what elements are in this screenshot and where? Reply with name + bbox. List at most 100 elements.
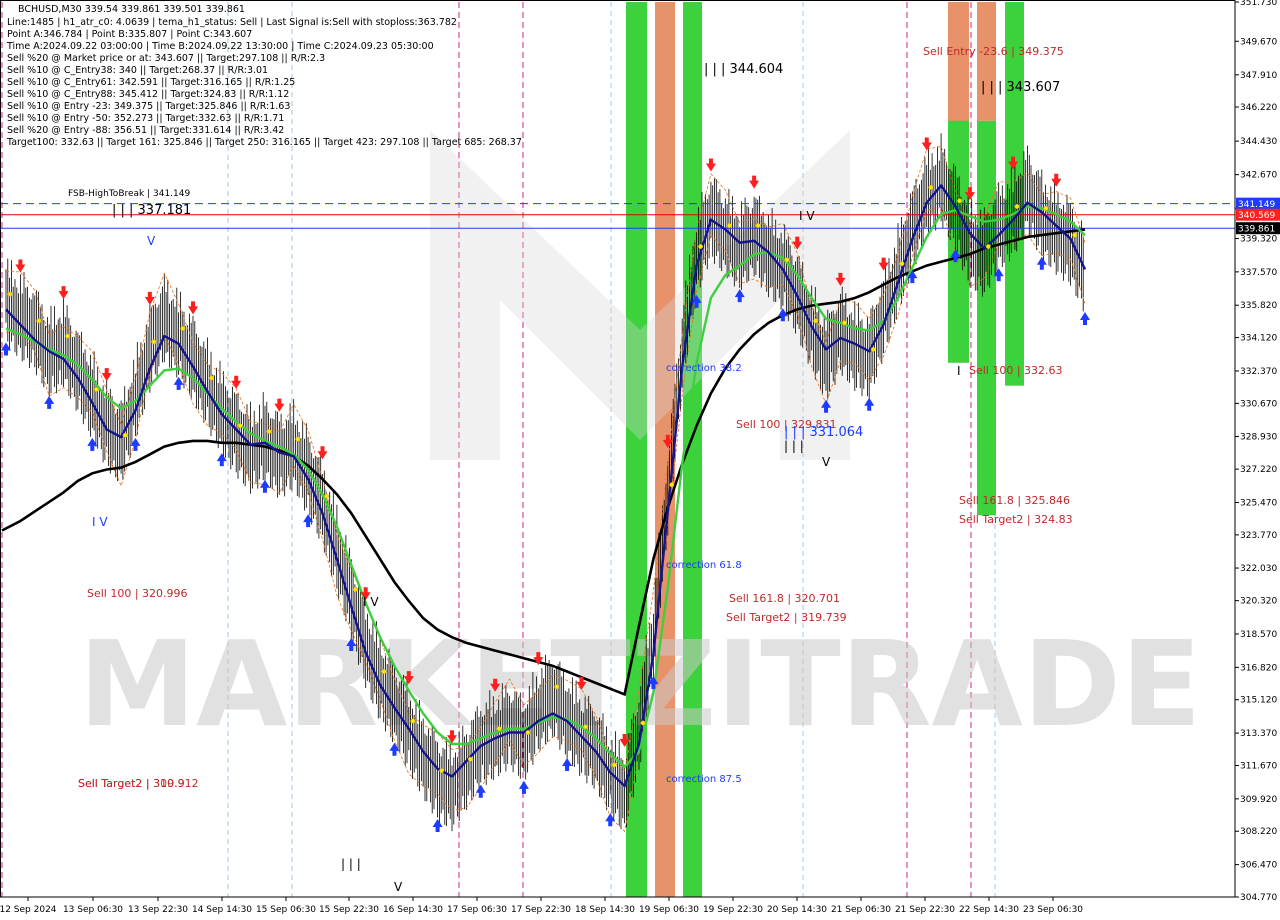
- sell-entry-label: Sell Entry -23.6 | 349.375: [923, 45, 1064, 58]
- zone-orange-2: [948, 2, 969, 121]
- signal-dot: [237, 423, 243, 429]
- y-tick-label: 318.570: [1240, 630, 1277, 640]
- wave-label: | | | 337.181: [112, 203, 192, 218]
- x-tick-label: 21 Sep 06:30: [831, 905, 891, 915]
- info-line: Sell %20 @ Entry -88: 356.51 || Target:3…: [7, 125, 285, 136]
- zone-orange-bottom: [655, 770, 675, 897]
- wave-label: | | | 344.604: [704, 62, 784, 77]
- info-line: Time A:2024.09.22 03:00:00 | Time B:2024…: [7, 41, 434, 52]
- info-line: Sell %10 @ C_Entry88: 345.412 || Target:…: [7, 89, 290, 100]
- zone-green-4: [977, 120, 996, 516]
- wave-label: I V: [92, 515, 108, 529]
- x-tick-label: 19 Sep 06:30: [639, 905, 699, 915]
- correction-label: correction 87.5: [666, 774, 742, 785]
- x-tick-label: 21 Sep 22:30: [895, 905, 955, 915]
- signal-dot: [266, 428, 272, 434]
- signal-dot: [611, 762, 617, 768]
- fsb-high-label: FSB-HighToBreak | 341.149: [68, 189, 191, 199]
- y-tick-label: 346.220: [1240, 103, 1277, 113]
- signal-dot: [1072, 232, 1078, 238]
- signal-dot: [381, 669, 387, 674]
- signal-dot: [93, 387, 99, 392]
- sell-target-label: Sell Target2 | 309.9: [78, 777, 185, 790]
- signal-dot: [669, 482, 675, 488]
- signal-dot: [208, 375, 214, 381]
- info-line: Sell %10 @ C_Entry38: 340 || Target:268.…: [7, 65, 269, 76]
- wave-label: | | | 343.607: [981, 80, 1061, 95]
- signal-dot: [525, 730, 531, 735]
- y-tick-label: 332.370: [1240, 367, 1277, 377]
- x-tick-label: 17 Sep 22:30: [511, 905, 571, 915]
- signal-dot: [698, 244, 704, 249]
- y-tick-label: 351.730: [1240, 0, 1277, 8]
- signal-dot: [295, 436, 301, 442]
- signal-dot: [439, 768, 445, 774]
- signal-dot: [36, 318, 42, 324]
- wave-label: I V: [363, 595, 379, 609]
- y-tick-label: 323.770: [1240, 531, 1277, 541]
- signal-dot: [928, 184, 934, 190]
- wave-label: I: [957, 364, 961, 378]
- y-tick-label: 325.470: [1240, 498, 1277, 508]
- y-tick-label: 328.930: [1240, 433, 1277, 443]
- signal-dot: [841, 320, 847, 326]
- signal-dot: [813, 318, 819, 324]
- sell-level-label: Sell 100 | 320.996: [87, 587, 188, 600]
- info-line: Sell %10 @ Entry -50: 352.273 || Target:…: [7, 113, 285, 124]
- y-tick-label: 344.430: [1240, 137, 1277, 147]
- signal-dot: [7, 291, 13, 297]
- wave-label: V: [147, 234, 156, 248]
- signal-dot: [726, 223, 732, 229]
- y-tick-label: 330.670: [1240, 399, 1277, 409]
- y-tick-label: 337.570: [1240, 268, 1277, 278]
- signal-dot: [1014, 204, 1020, 209]
- signal-dot: [467, 756, 473, 762]
- info-line: Sell %10 @ C_Entry61: 342.591 || Target:…: [7, 77, 296, 88]
- x-tick-label: 22 Sep 14:30: [959, 905, 1019, 915]
- signal-dot: [1043, 205, 1049, 211]
- x-tick-label: 18 Sep 14:30: [575, 905, 635, 915]
- signal-dot: [122, 432, 128, 438]
- y-tick-label: 316.820: [1240, 663, 1277, 673]
- zone-green-2: [683, 2, 702, 897]
- y-tick-label: 320.320: [1240, 597, 1277, 607]
- signal-dot: [870, 346, 876, 352]
- signal-dot: [755, 223, 761, 229]
- y-tick-label: 327.220: [1240, 465, 1277, 475]
- y-tick-label: 349.670: [1240, 37, 1277, 47]
- x-tick-label: 17 Sep 06:30: [447, 905, 507, 915]
- signal-dot: [583, 724, 588, 730]
- x-tick-label: 13 Sep 22:30: [128, 905, 188, 915]
- signal-dot: [180, 326, 186, 331]
- wave-label: V: [822, 455, 831, 469]
- y-tick-label: 313.370: [1240, 729, 1277, 739]
- y-tick-label: 308.220: [1240, 827, 1277, 837]
- symbol-line: BCHUSD,M30 339.54 339.861 339.501 339.86…: [18, 4, 245, 15]
- wave-label: | | | 331.064: [784, 425, 864, 440]
- wave-label: | | |: [341, 857, 361, 871]
- x-tick-label: 23 Sep 06:30: [1023, 905, 1083, 915]
- signal-dot: [985, 244, 991, 249]
- info-line: Line:1485 | h1_atr_c0: 4.0639 | tema_h1_…: [7, 17, 457, 28]
- y-tick-label: 339.320: [1240, 235, 1277, 245]
- correction-label: correction 38.2: [666, 363, 742, 374]
- y-tick-label: 311.670: [1240, 761, 1277, 771]
- price-box-label: 341.149: [1238, 200, 1275, 210]
- y-tick-label: 334.120: [1240, 334, 1277, 344]
- info-line: Point A:346.784 | Point B:335.807 | Poin…: [7, 29, 253, 40]
- signal-dot: [324, 493, 329, 499]
- info-line: Sell %20 @ Market price or at: 343.607 |…: [7, 53, 326, 64]
- price-box-label: 339.861: [1238, 225, 1275, 235]
- signal-dot: [151, 339, 157, 345]
- signal-dot: [410, 718, 416, 724]
- y-tick-label: 347.910: [1240, 71, 1277, 81]
- x-tick-label: 13 Sep 06:30: [63, 905, 123, 915]
- sell-target-label: Sell Target2 | 319.739: [726, 611, 847, 624]
- zone-orange-top: [977, 2, 996, 121]
- x-tick-label: 12 Sep 2024: [0, 905, 57, 915]
- zone-orange-1: [655, 2, 675, 897]
- price-box-label: 340.569: [1238, 211, 1275, 221]
- x-tick-label: 15 Sep 06:30: [256, 905, 316, 915]
- signal-dot: [784, 257, 790, 263]
- x-tick-label: 15 Sep 22:30: [319, 905, 379, 915]
